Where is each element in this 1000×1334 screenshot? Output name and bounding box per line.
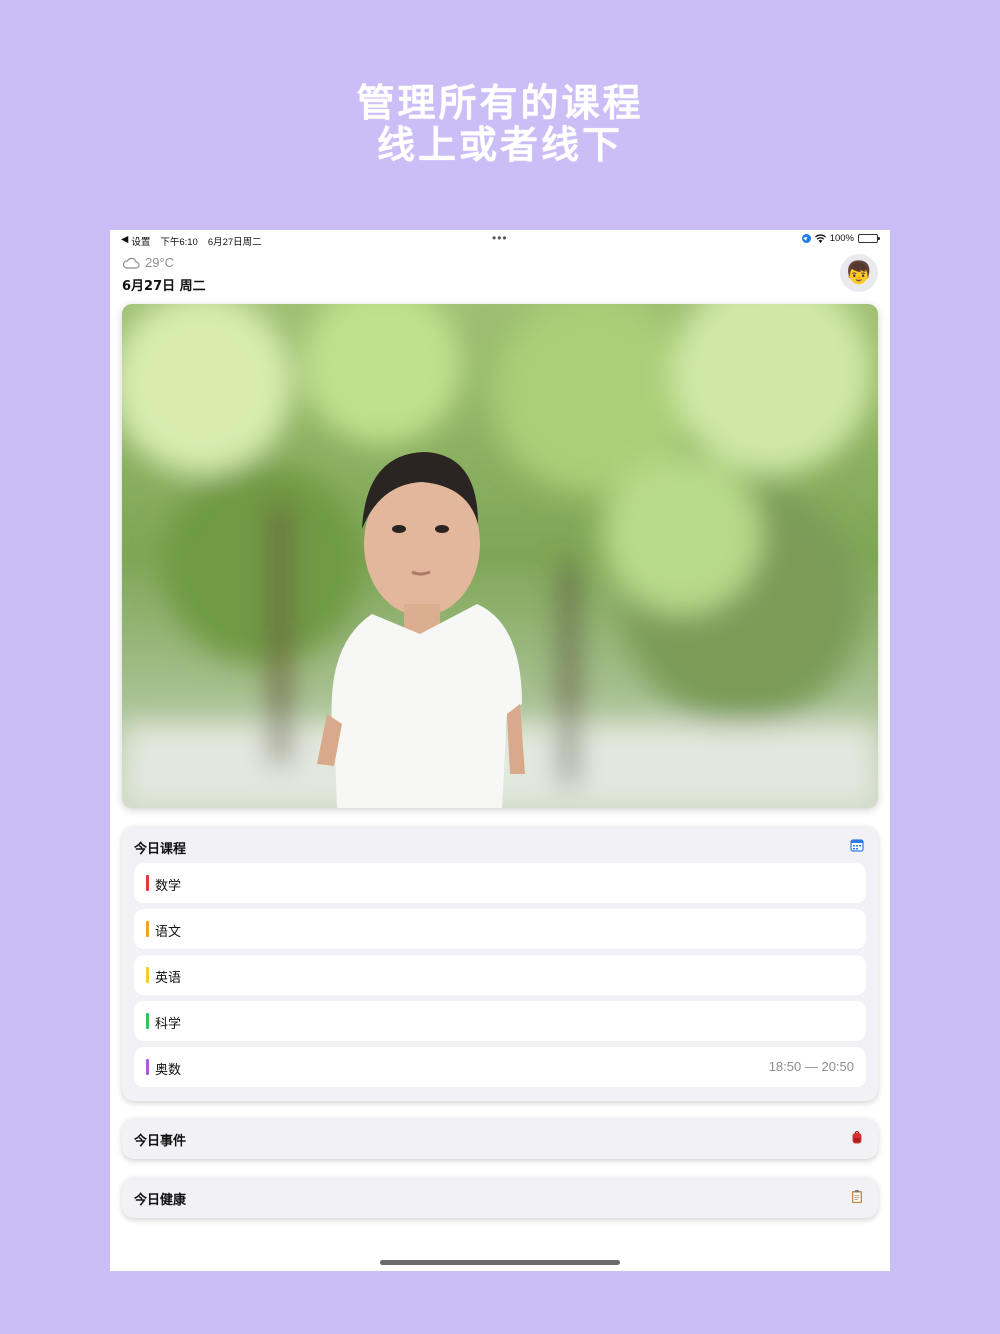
course-color-bar <box>146 875 149 891</box>
courses-card-title: 今日课程 <box>134 842 187 857</box>
back-arrow-icon: ◀ <box>121 234 129 245</box>
status-bar: ◀ 设置 下午6:10 6月27日周二 ••• 100% <box>110 230 890 248</box>
today-events-card[interactable]: 今日事件 <box>122 1118 878 1159</box>
battery-icon <box>858 234 880 243</box>
course-list: 数学 语文 英语 科学 奥数 18:50 — 20:50 <box>134 863 866 1093</box>
course-row-chinese[interactable]: 语文 <box>134 909 866 949</box>
course-row-english[interactable]: 英语 <box>134 955 866 995</box>
calendar-icon[interactable] <box>850 838 864 852</box>
wifi-icon <box>814 234 826 243</box>
course-name: 语文 <box>155 925 182 940</box>
events-card-title: 今日事件 <box>134 1134 187 1149</box>
course-row-olympiad-math[interactable]: 奥数 18:50 — 20:50 <box>134 1047 866 1087</box>
battery-percent: 100% <box>829 233 854 244</box>
location-icon <box>801 234 811 243</box>
health-card-title: 今日健康 <box>134 1193 187 1208</box>
today-date: 6月27日 周二 <box>122 279 206 294</box>
headline-line-1: 管理所有的课程 <box>356 81 644 125</box>
multitasking-dots-icon[interactable]: ••• <box>492 231 508 245</box>
child-face-icon: 👦 <box>845 260 873 286</box>
course-color-bar <box>146 967 149 983</box>
course-color-bar <box>146 1013 149 1029</box>
course-color-bar <box>146 1059 149 1075</box>
course-time: 18:50 — 20:50 <box>768 1059 854 1074</box>
child-photo <box>122 304 878 808</box>
clipboard-icon <box>852 1190 862 1203</box>
cloud-icon <box>122 257 140 269</box>
backpack-icon <box>852 1130 862 1144</box>
course-name: 数学 <box>155 879 182 894</box>
temperature: 29°C <box>145 255 175 270</box>
weather-widget: 29°C <box>122 255 174 270</box>
today-health-card[interactable]: 今日健康 <box>122 1177 878 1218</box>
status-time: 下午6:10 <box>160 237 198 248</box>
profile-avatar[interactable]: 👦 <box>840 254 878 292</box>
back-to-settings[interactable]: ◀ 设置 <box>121 234 150 248</box>
status-date: 6月27日周二 <box>207 237 262 248</box>
course-name: 科学 <box>155 1017 182 1032</box>
headline-line-2: 线上或者线下 <box>376 123 623 167</box>
course-row-math[interactable]: 数学 <box>134 863 866 903</box>
course-name: 奥数 <box>155 1063 182 1078</box>
course-color-bar <box>146 921 149 937</box>
home-indicator[interactable] <box>380 1260 620 1265</box>
promo-headline: 管理所有的课程 线上或者线下 <box>0 82 1000 166</box>
course-name: 英语 <box>155 971 182 986</box>
course-row-science[interactable]: 科学 <box>134 1001 866 1041</box>
ipad-screen: ◀ 设置 下午6:10 6月27日周二 ••• 100% 29°C 6月27日 … <box>110 230 890 1271</box>
today-courses-card: 今日课程 数学 语文 英语 科学 奥数 18:50 — 20:50 <box>122 826 878 1101</box>
back-label: 设置 <box>131 237 151 248</box>
